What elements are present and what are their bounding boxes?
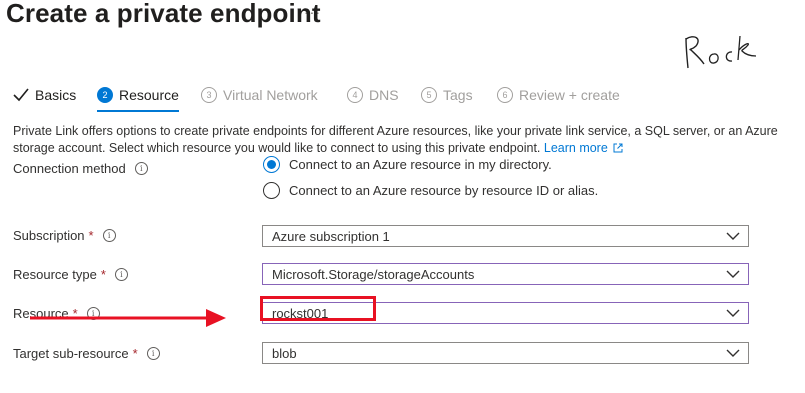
tab-label: Review + create	[519, 87, 620, 103]
annotation-highlight-box	[260, 296, 376, 321]
radio-option-resource-id[interactable]: Connect to an Azure resource by resource…	[263, 182, 598, 199]
resource-type-label: Resource type * i	[13, 267, 128, 282]
subscription-dropdown[interactable]: Azure subscription 1	[262, 225, 749, 247]
step-number-badge: 2	[97, 87, 113, 103]
learn-more-link[interactable]: Learn more	[544, 141, 623, 155]
dropdown-value: Microsoft.Storage/storageAccounts	[272, 266, 475, 282]
radio-option-directory[interactable]: Connect to an Azure resource in my direc…	[263, 156, 552, 173]
required-marker: *	[132, 346, 138, 361]
tab-label: Resource	[119, 87, 179, 103]
step-number-badge: 6	[497, 87, 513, 103]
description-body: Private Link offers options to create pr…	[13, 124, 778, 155]
info-icon[interactable]: i	[114, 268, 128, 281]
tab-basics[interactable]: Basics	[13, 82, 76, 108]
external-link-icon	[613, 143, 623, 153]
connection-method-label: Connection method i	[13, 161, 148, 176]
field-label-text: Target sub-resource	[13, 346, 129, 361]
tab-tags[interactable]: 5 Tags	[421, 82, 473, 108]
required-marker: *	[100, 267, 106, 282]
info-icon[interactable]: i	[146, 347, 160, 360]
step-number-badge: 4	[347, 87, 363, 103]
handwritten-signature	[678, 30, 762, 77]
field-label-text: Resource type	[13, 267, 97, 282]
radio-button-checked[interactable]	[263, 156, 280, 173]
chevron-down-icon	[726, 309, 740, 317]
tab-dns[interactable]: 4 DNS	[347, 82, 399, 108]
required-marker: *	[88, 228, 94, 243]
tab-review-create[interactable]: 6 Review + create	[497, 82, 620, 108]
dropdown-value: Azure subscription 1	[272, 228, 390, 244]
chevron-down-icon	[726, 270, 740, 278]
checkmark-icon	[13, 88, 29, 102]
field-label-text: Subscription	[13, 228, 85, 243]
tab-label: Virtual Network	[223, 87, 318, 103]
page-title: Create a private endpoint	[6, 0, 321, 28]
field-label-text: Connection method	[13, 161, 126, 176]
description-text: Private Link offers options to create pr…	[13, 123, 783, 157]
resource-type-dropdown[interactable]: Microsoft.Storage/storageAccounts	[262, 263, 749, 285]
annotation-arrow-icon	[30, 309, 226, 327]
step-number-badge: 3	[201, 87, 217, 103]
more-options-button[interactable]: ···	[304, 4, 321, 20]
step-number-badge: 5	[421, 87, 437, 103]
info-icon[interactable]: i	[134, 162, 148, 175]
tab-label: Basics	[35, 87, 77, 103]
radio-button[interactable]	[263, 182, 280, 199]
tab-label: Tags	[443, 87, 473, 103]
subscription-label: Subscription * i	[13, 228, 116, 243]
target-sub-resource-label: Target sub-resource * i	[13, 346, 160, 361]
chevron-down-icon	[726, 349, 740, 357]
info-icon[interactable]: i	[102, 229, 116, 242]
target-sub-resource-dropdown[interactable]: blob	[262, 342, 749, 364]
tab-virtual-network[interactable]: 3 Virtual Network	[201, 82, 318, 108]
learn-more-label: Learn more	[543, 141, 608, 155]
tab-resource[interactable]: 2 Resource	[97, 82, 179, 112]
dropdown-value: blob	[272, 345, 297, 361]
tab-label: DNS	[369, 87, 399, 103]
radio-label: Connect to an Azure resource by resource…	[289, 183, 599, 198]
radio-label: Connect to an Azure resource in my direc…	[289, 157, 552, 172]
chevron-down-icon	[726, 232, 740, 240]
